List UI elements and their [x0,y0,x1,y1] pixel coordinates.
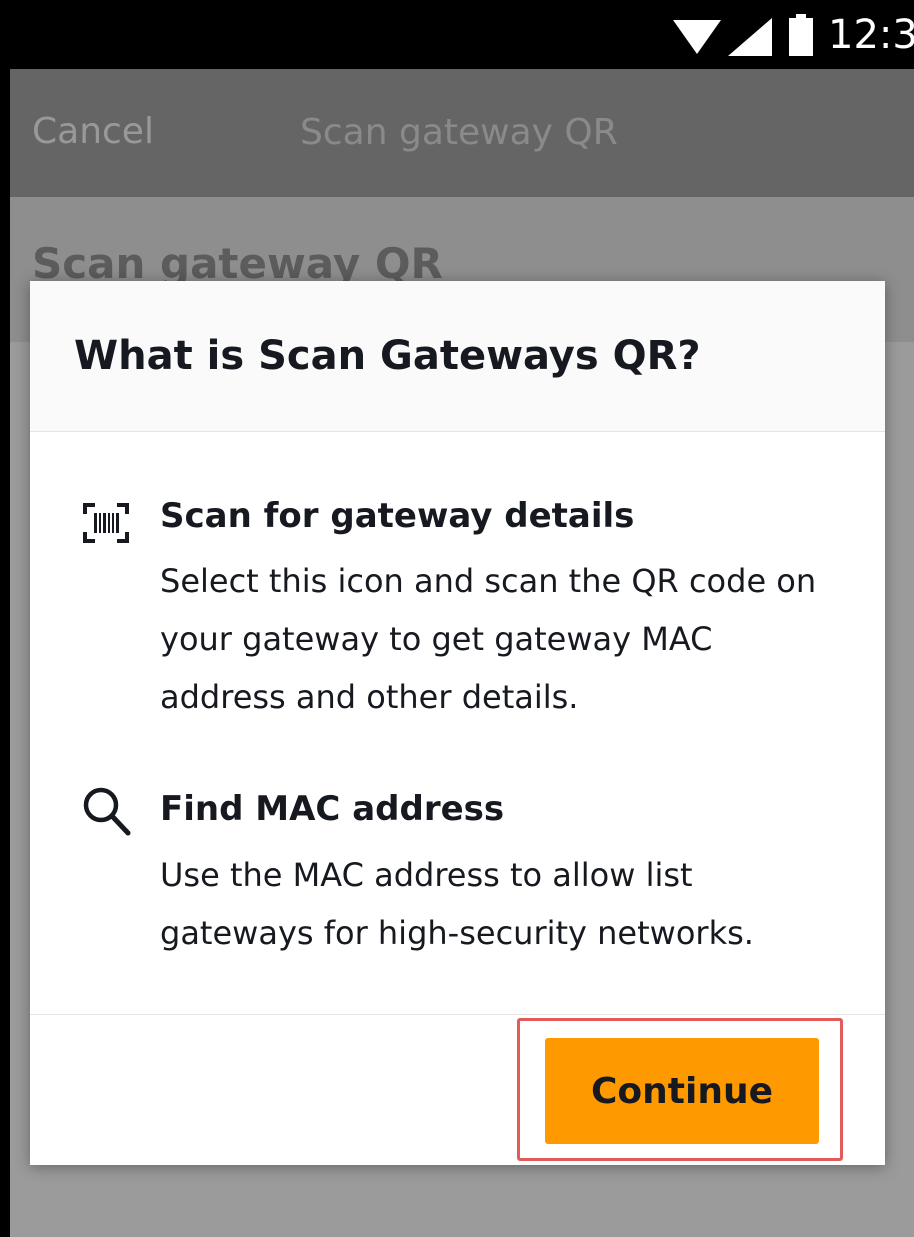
app-bar: Cancel Scan gateway QR [10,69,914,197]
status-time: 12:30 [828,12,914,58]
dialog-header: What is Scan Gateways QR? [30,281,885,432]
cellular-signal-icon [728,18,772,56]
barcode-scan-icon [83,503,129,543]
item-heading-scan: Scan for gateway details [160,496,635,536]
cancel-button[interactable]: Cancel [32,111,154,152]
search-icon [83,787,131,836]
dialog-title: What is Scan Gateways QR? [74,333,701,379]
item-body-scan: Select this icon and scan the QR code on… [160,562,817,716]
item-body-mac: Use the MAC address to allow list gatewa… [160,856,754,952]
continue-button[interactable]: Continue [545,1038,819,1144]
phone-screen: 12:30 Cancel Scan gateway QR Scan gatewa… [10,0,914,1237]
app-bar-title: Scan gateway QR [300,112,618,153]
battery-icon [789,14,813,56]
wifi-icon [673,20,721,54]
item-heading-mac: Find MAC address [160,789,505,829]
dialog-footer-divider [30,1014,885,1015]
status-bar: 12:30 [10,0,914,69]
info-dialog: What is Scan Gateways QR? Scan for gatew… [30,281,885,1165]
